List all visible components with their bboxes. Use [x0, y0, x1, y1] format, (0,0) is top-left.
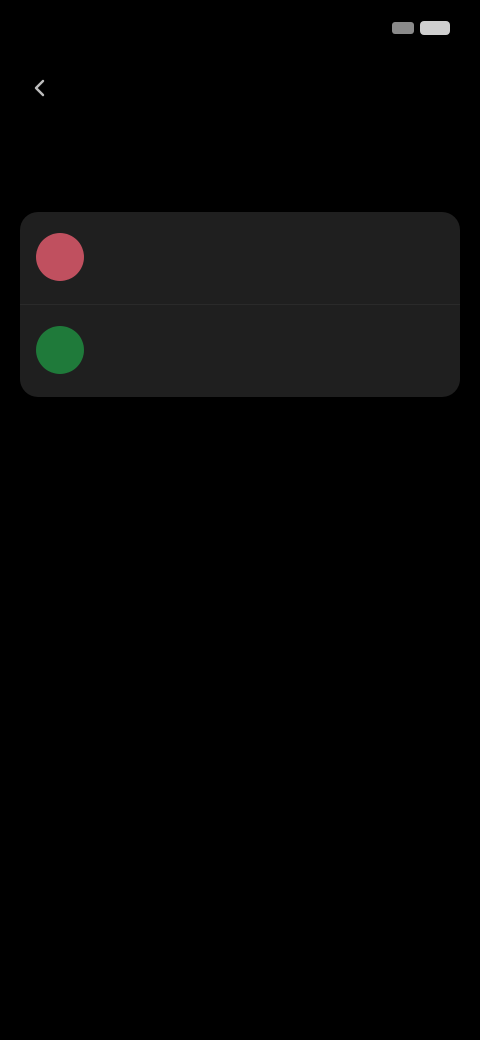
battery-icon	[420, 21, 450, 35]
avatar	[36, 233, 84, 281]
page-title	[140, 74, 340, 102]
description-text	[50, 142, 440, 198]
settings-list	[20, 212, 460, 397]
list-item-action[interactable]	[338, 242, 434, 272]
signal-icon	[392, 22, 414, 34]
status-icons	[380, 18, 450, 38]
app-bar	[0, 60, 480, 116]
list-item[interactable]	[20, 304, 460, 397]
list-item[interactable]	[20, 212, 460, 304]
list-item-label	[98, 335, 318, 365]
avatar	[36, 326, 84, 374]
status-bar	[0, 0, 480, 60]
list-item-action[interactable]	[338, 335, 434, 365]
arrow-left-icon	[34, 79, 45, 97]
back-button[interactable]	[20, 68, 60, 108]
status-time	[28, 16, 120, 40]
list-item-label	[98, 242, 318, 272]
